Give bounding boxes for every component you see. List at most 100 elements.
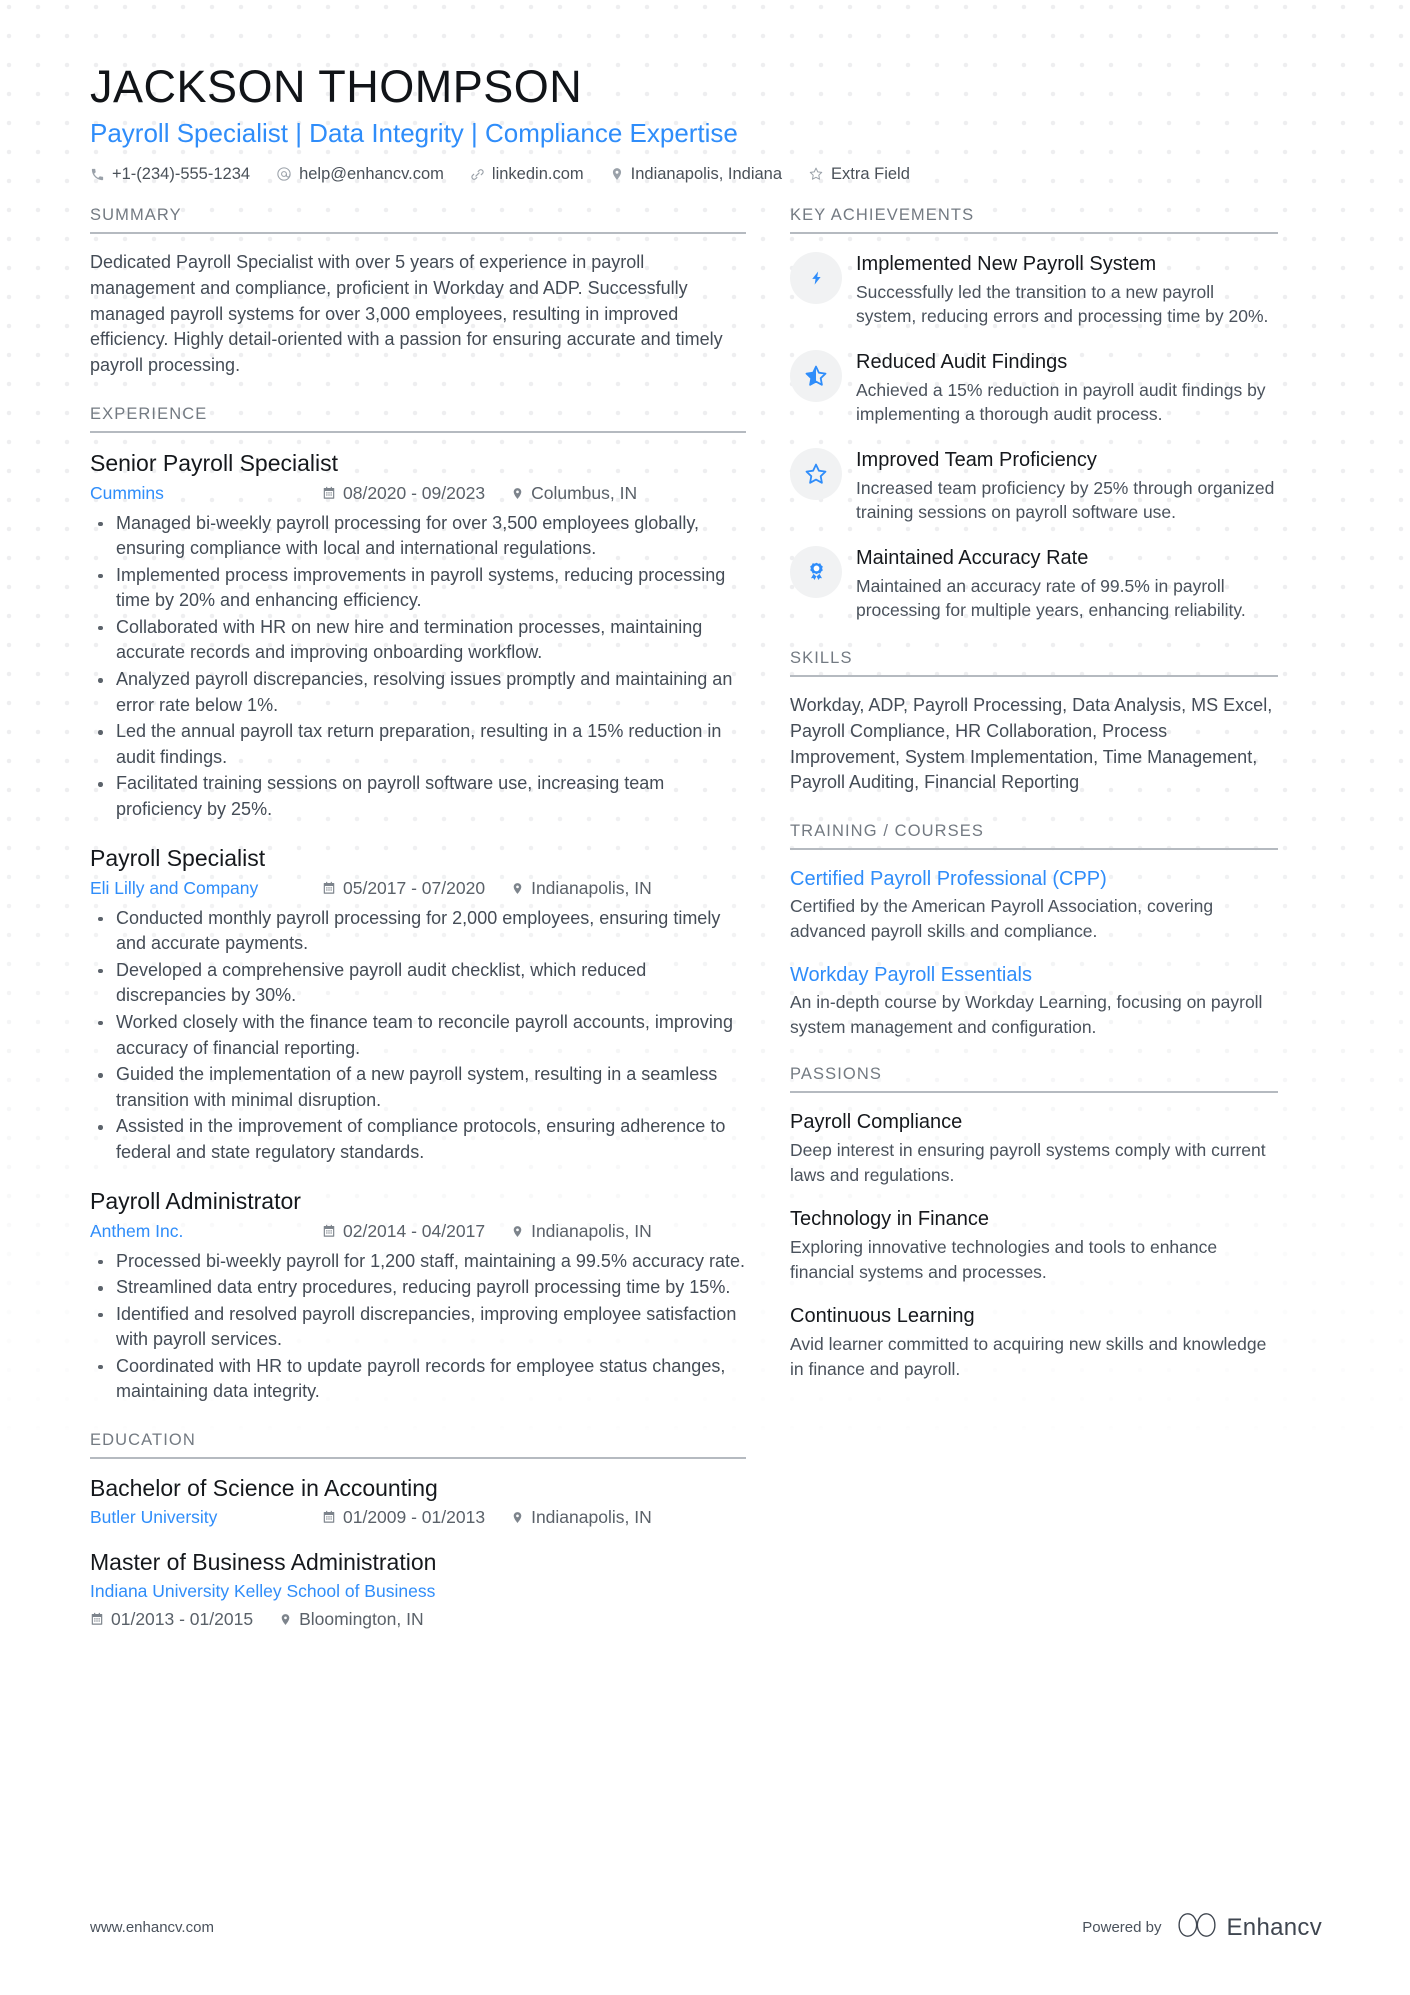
contact-location: Indianapolis, Indiana <box>610 165 782 184</box>
company-name[interactable]: Cummins <box>90 482 322 505</box>
education-meta: Butler University 01/2009 - 01/2013 Indi… <box>90 1506 746 1529</box>
location-pin-icon <box>610 166 624 182</box>
contact-linkedin: linkedin.com <box>470 165 584 184</box>
education-dates-text: 01/2009 - 01/2013 <box>343 1507 486 1528</box>
resume-page: JACKSON THOMPSON Payroll Specialist | Da… <box>0 0 1410 1995</box>
job-bullet: Streamlined data entry procedures, reduc… <box>98 1275 746 1301</box>
experience-entry: Senior Payroll Specialist Cummins 08/202… <box>90 449 746 822</box>
calendar-icon <box>322 881 336 895</box>
email-icon <box>276 166 292 182</box>
achievement-description: Successfully led the transition to a new… <box>856 281 1269 327</box>
footer-website-url[interactable]: www.enhancv.com <box>90 1919 214 1936</box>
location-pin-icon <box>279 1612 292 1627</box>
job-bullet: Collaborated with HR on new hire and ter… <box>98 615 746 666</box>
achievement-badge <box>790 447 842 500</box>
achievement-body: Maintained Accuracy Rate Maintained an a… <box>856 544 1278 623</box>
star-outline-icon <box>808 166 824 182</box>
training-item: Workday Payroll Essentials An in-depth c… <box>790 962 1278 1039</box>
job-bullet: Processed bi-weekly payroll for 1,200 st… <box>98 1249 746 1275</box>
resume-footer: www.enhancv.com Powered by Enhancv <box>0 1912 1410 1943</box>
location-pin-icon <box>511 1224 524 1239</box>
achievement-title: Maintained Accuracy Rate <box>856 546 1089 569</box>
calendar-icon <box>322 486 336 500</box>
enhancv-wordmark: Enhancv <box>1226 1913 1322 1941</box>
achievement-body: Implemented New Payroll System Successfu… <box>856 250 1278 329</box>
job-title: Senior Payroll Specialist <box>90 450 339 477</box>
enhancv-mark-icon <box>1176 1912 1218 1943</box>
achievement-item: Implemented New Payroll System Successfu… <box>790 250 1278 329</box>
training-description: Certified by the American Payroll Associ… <box>790 896 1214 941</box>
achievement-item: Maintained Accuracy Rate Maintained an a… <box>790 544 1278 623</box>
job-bullet: Developed a comprehensive payroll audit … <box>98 958 746 1009</box>
candidate-name: JACKSON THOMPSON <box>90 61 583 112</box>
job-bullet: Worked closely with the finance team to … <box>98 1010 746 1061</box>
location-pin-icon <box>511 486 524 501</box>
education-dates-text: 01/2013 - 01/2015 <box>111 1608 254 1629</box>
job-location-text: Indianapolis, IN <box>531 1221 652 1241</box>
passion-name: Continuous Learning <box>790 1305 975 1328</box>
location-pin-icon <box>511 1510 524 1525</box>
contact-phone: +1-(234)-555-1234 <box>90 165 250 184</box>
training-section: TRAINING / COURSES Certified Payroll Pro… <box>790 822 1278 1039</box>
job-location-text: Columbus, IN <box>531 482 638 503</box>
passions-section: PASSIONS Payroll Compliance Deep interes… <box>790 1065 1278 1381</box>
candidate-headline: Payroll Specialist | Data Integrity | Co… <box>90 117 738 148</box>
training-name[interactable]: Certified Payroll Professional (CPP) <box>790 866 1278 892</box>
right-column: KEY ACHIEVEMENTS Implemented New Payroll… <box>790 206 1278 1408</box>
job-location-text: Indianapolis, IN <box>531 878 652 899</box>
job-bullet: Assisted in the improvement of complianc… <box>98 1114 746 1165</box>
education-location-text: Bloomington, IN <box>299 1608 424 1629</box>
education-section-title: EDUCATION <box>90 1431 746 1460</box>
star-outline-icon <box>804 462 828 486</box>
training-section-title: TRAINING / COURSES <box>790 822 1278 851</box>
job-meta: Anthem Inc. 02/2014 - 04/2017 Indianapol… <box>90 1220 746 1243</box>
degree-title: Bachelor of Science in Accounting <box>90 1475 438 1502</box>
school-name[interactable]: Indiana University Kelley School of Busi… <box>90 1580 435 1603</box>
job-dates-text: 05/2017 - 07/2020 <box>343 878 486 899</box>
contact-extra-field: Extra Field <box>808 165 910 184</box>
achievement-badge <box>790 545 842 598</box>
job-bullet: Facilitated training sessions on payroll… <box>98 771 746 822</box>
achievement-badge <box>790 251 842 304</box>
achievement-description: Increased team proficiency by 25% throug… <box>856 477 1275 523</box>
education-school-row: Indiana University Kelley School of Busi… <box>90 1580 746 1603</box>
achievement-description: Maintained an accuracy rate of 99.5% in … <box>856 575 1246 621</box>
calendar-icon <box>322 1224 336 1238</box>
experience-section-title: EXPERIENCE <box>90 405 746 434</box>
company-name[interactable]: Eli Lilly and Company <box>90 877 322 900</box>
education-section: EDUCATION Bachelor of Science in Account… <box>90 1431 746 1630</box>
summary-section-title: SUMMARY <box>90 206 746 234</box>
achievement-title: Reduced Audit Findings <box>856 350 1068 373</box>
company-name[interactable]: Anthem Inc. <box>90 1220 322 1243</box>
job-bullet: Conducted monthly payroll processing for… <box>98 906 746 957</box>
education-dates: 01/2009 - 01/2013 <box>322 1506 485 1529</box>
job-bullet: Identified and resolved payroll discrepa… <box>98 1302 746 1353</box>
achievement-item: Improved Team Proficiency Increased team… <box>790 446 1278 525</box>
school-name[interactable]: Butler University <box>90 1506 322 1529</box>
experience-section: EXPERIENCE Senior Payroll Specialist Cum… <box>90 405 746 1405</box>
job-dates: 02/2014 - 04/2017 <box>322 1220 485 1243</box>
education-location: Bloomington, IN <box>279 1609 424 1630</box>
job-bullet: Guided the implementation of a new payro… <box>98 1062 746 1113</box>
contact-extra-field-text: Extra Field <box>831 164 910 183</box>
passion-description: Exploring innovative technologies and to… <box>790 1237 1218 1282</box>
job-dates: 08/2020 - 09/2023 <box>322 482 485 505</box>
contact-linkedin-text: linkedin.com <box>491 164 584 183</box>
achievement-item: Reduced Audit Findings Achieved a 15% re… <box>790 348 1278 427</box>
resume-content: JACKSON THOMPSON Payroll Specialist | Da… <box>0 0 1410 1656</box>
achievement-body: Reduced Audit Findings Achieved a 15% re… <box>856 348 1278 427</box>
contact-email: help@enhancv.com <box>276 165 444 184</box>
phone-icon <box>90 167 105 182</box>
enhancv-logo: Enhancv <box>1176 1912 1323 1943</box>
achievement-title: Improved Team Proficiency <box>856 448 1097 471</box>
lightning-bolt-icon <box>809 266 824 290</box>
training-name[interactable]: Workday Payroll Essentials <box>790 962 1278 988</box>
job-bullet-list: Conducted monthly payroll processing for… <box>90 906 746 1165</box>
contact-location-text: Indianapolis, Indiana <box>630 164 783 183</box>
summary-section: SUMMARY Dedicated Payroll Specialist wit… <box>90 206 746 380</box>
training-description: An in-depth course by Workday Learning, … <box>790 992 1263 1037</box>
skills-text: Workday, ADP, Payroll Processing, Data A… <box>790 694 1273 793</box>
job-location: Indianapolis, IN <box>511 877 652 900</box>
job-bullet-list: Processed bi-weekly payroll for 1,200 st… <box>90 1249 746 1405</box>
passion-description: Deep interest in ensuring payroll system… <box>790 1140 1266 1185</box>
